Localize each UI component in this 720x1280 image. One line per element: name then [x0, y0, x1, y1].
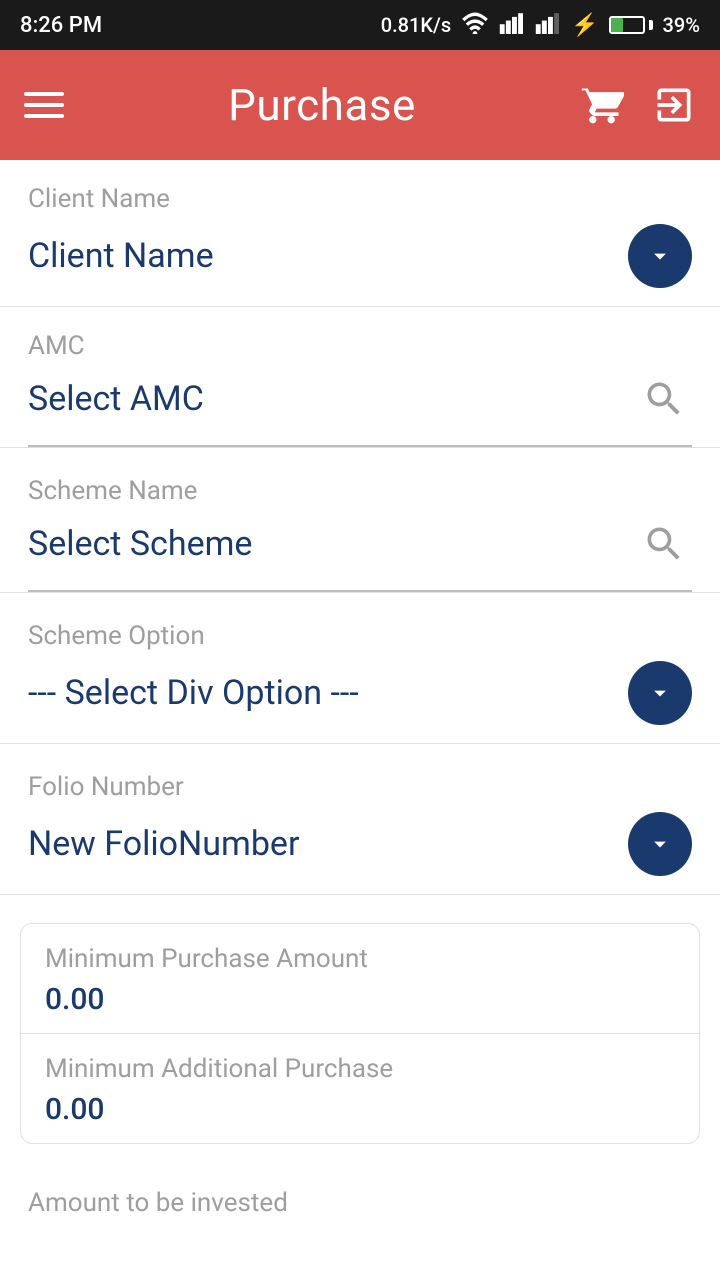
folio-number-label: Folio Number — [28, 772, 692, 802]
amc-value[interactable]: Select AMC — [28, 379, 204, 419]
battery-indicator — [609, 16, 653, 34]
scheme-name-field: Scheme Name Select Scheme — [0, 452, 720, 593]
signal2-icon — [535, 12, 561, 39]
logout-button[interactable] — [652, 83, 696, 127]
min-purchase-value: 0.00 — [45, 982, 675, 1017]
scheme-name-value[interactable]: Select Scheme — [28, 524, 252, 564]
min-additional-label: Minimum Additional Purchase — [45, 1054, 675, 1084]
signal-icon — [499, 12, 525, 39]
folio-number-field: Folio Number New FolioNumber — [0, 748, 720, 895]
amount-label: Amount to be invested — [0, 1172, 720, 1218]
scheme-search-button[interactable] — [636, 516, 692, 572]
network-speed: 0.81K/s — [381, 13, 451, 37]
amc-label: AMC — [28, 331, 692, 361]
content-area: Client Name Client Name AMC Select AMC S… — [0, 160, 720, 1280]
app-bar: Purchase — [0, 50, 720, 160]
client-name-dropdown[interactable] — [628, 224, 692, 288]
bolt-icon: ⚡ — [571, 13, 598, 38]
scheme-name-label: Scheme Name — [28, 476, 692, 506]
client-name-value[interactable]: Client Name — [28, 236, 214, 276]
scheme-option-dropdown[interactable] — [628, 661, 692, 725]
scheme-option-label: Scheme Option — [28, 621, 692, 651]
client-name-label: Client Name — [28, 184, 692, 214]
amc-field: AMC Select AMC — [0, 307, 720, 448]
status-time: 8:26 PM — [20, 13, 102, 38]
page-title: Purchase — [228, 79, 416, 131]
min-additional-value: 0.00 — [45, 1092, 675, 1127]
battery-percent: 39% — [663, 13, 700, 37]
wifi-icon — [461, 12, 489, 39]
scheme-option-field: Scheme Option --- Select Div Option --- — [0, 597, 720, 744]
cart-button[interactable] — [580, 83, 624, 127]
folio-number-value[interactable]: New FolioNumber — [28, 824, 300, 864]
status-bar: 8:26 PM 0.81K/s — [0, 0, 720, 50]
client-name-field: Client Name Client Name — [0, 160, 720, 307]
info-card: Minimum Purchase Amount 0.00 Minimum Add… — [20, 923, 700, 1144]
min-purchase-row: Minimum Purchase Amount 0.00 — [21, 924, 699, 1033]
min-additional-row: Minimum Additional Purchase 0.00 — [21, 1033, 699, 1143]
min-purchase-label: Minimum Purchase Amount — [45, 944, 675, 974]
amc-search-button[interactable] — [636, 371, 692, 427]
status-right: 0.81K/s ⚡ — [381, 12, 700, 39]
scheme-option-value[interactable]: --- Select Div Option --- — [28, 673, 359, 713]
folio-number-dropdown[interactable] — [628, 812, 692, 876]
app-bar-actions — [580, 83, 696, 127]
menu-button[interactable] — [24, 92, 64, 118]
